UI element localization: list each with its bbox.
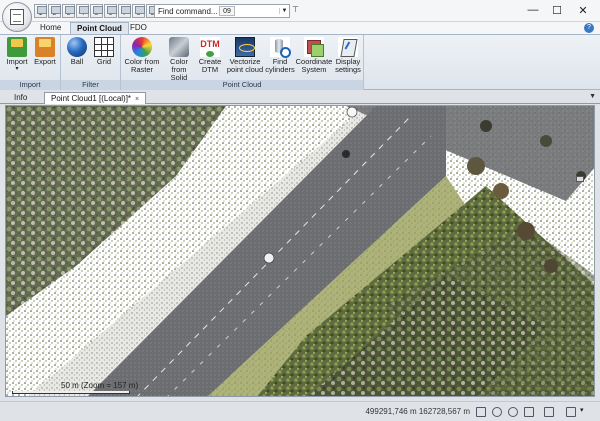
status-bar: 499291,746 m 162728,567 m ▾ [0,401,600,421]
color-from-raster-button[interactable]: Color from Raster [123,37,161,74]
display-settings-button[interactable]: Display settings [333,37,363,74]
quick-access-button-3[interactable]: 3 [62,4,75,18]
document-icon [10,9,24,25]
tab-list-dropdown-icon[interactable]: ▼ [589,93,596,100]
ribbon: Import ▾ Export Import Ball Grid Filter … [0,34,600,90]
quick-access-button-7[interactable]: 7 [118,4,131,18]
tab-fdo[interactable]: FDO [124,22,153,34]
find-dropdown-icon[interactable]: ▼ [279,8,289,14]
export-button[interactable]: Export [32,37,58,66]
ribbon-tab-strip: Home Point Cloud FDO ? [0,22,600,34]
group-label-point-cloud: Point Cloud [121,80,363,90]
vectorize-icon [235,37,255,57]
quick-access-toolbar: 1 2 3 4 5 6 7 8 9 [34,4,159,18]
group-label-import: Import [0,80,60,90]
close-button[interactable]: ✕ [572,2,594,18]
vehicle-point [342,150,350,158]
ball-button[interactable]: Ball [65,37,89,66]
quick-access-button-2[interactable]: 2 [48,4,61,18]
document-tab-strip: Info Point Cloud1 [(Local)]* × ▼ [0,90,600,104]
quick-access-button-8[interactable]: 8 [132,4,145,18]
help-icon[interactable]: ? [584,23,594,33]
quick-access-button-5[interactable]: 5 [90,4,103,18]
cursor-coordinates: 499291,746 m 162728,567 m [365,407,470,416]
ribbon-group-import: Import ▾ Export Import [0,35,61,90]
view-mode-icon[interactable] [566,407,576,417]
cylinder-icon [270,37,291,58]
import-icon [7,37,27,57]
maximize-button[interactable]: ☐ [546,2,568,18]
view-mode-dropdown-icon[interactable]: ▾ [580,406,584,414]
scale-bar [12,391,130,394]
import-button[interactable]: Import ▾ [4,37,30,72]
chevron-down-icon: ▾ [15,66,19,72]
dtm-icon: DTM [200,37,220,57]
find-command-placeholder: Find command... [158,6,218,16]
viewport-marker-icon [576,176,584,182]
display-settings-icon [338,37,358,57]
color-from-solid-button[interactable]: Color from Solid [163,37,195,82]
roundabout-point [263,252,275,264]
create-dtm-button[interactable]: DTM Create DTM [196,37,224,74]
point-cloud-viewport[interactable]: 50 m (Zoom = 157 m) [5,105,595,397]
title-bar: 1 2 3 4 5 6 7 8 9 Find command... 09 ▼ ⊤… [0,0,600,22]
snap-mode-icon[interactable] [476,407,486,417]
tab-point-cloud-document[interactable]: Point Cloud1 [(Local)]* × [44,92,147,104]
tab-point-cloud-document-label: Point Cloud1 [(Local)]* [51,94,132,103]
find-command-value: 09 [219,6,235,16]
ortho-mode-icon[interactable] [492,407,502,417]
tab-info[interactable]: Info [8,92,33,104]
quick-access-button-4[interactable]: 4 [76,4,89,18]
coordinate-system-button[interactable]: Coordinate System [295,37,333,74]
ribbon-group-filter: Ball Grid Filter [61,35,121,90]
coordinate-system-icon [304,37,324,57]
solid-color-icon [169,37,189,57]
point-cloud-render [6,106,594,396]
group-label-filter: Filter [61,80,120,90]
grid-button[interactable]: Grid [92,37,116,66]
vectorize-point-cloud-button[interactable]: Vectorize point cloud [225,37,265,74]
find-command-input[interactable]: Find command... 09 ▼ [154,4,290,18]
layout-icon[interactable] [544,407,554,417]
navigation-icon[interactable] [524,407,534,417]
ribbon-group-point-cloud: Color from Raster Color from Solid DTM C… [121,35,364,90]
application-menu-button[interactable] [2,2,32,32]
marker-point [346,106,358,118]
close-tab-icon[interactable]: × [135,96,139,103]
export-icon [35,37,55,57]
tracking-icon[interactable] [508,407,518,417]
grid-icon [94,37,114,57]
color-wheel-icon [132,37,152,57]
tab-point-cloud[interactable]: Point Cloud [70,22,129,34]
scale-label: 50 m (Zoom = 157 m) [61,381,139,390]
minimize-button[interactable]: — [522,2,544,18]
find-cylinders-button[interactable]: Find cylinders [265,37,295,74]
ball-icon [67,37,87,57]
quick-access-button-1[interactable]: 1 [34,4,47,18]
tab-home[interactable]: Home [34,22,67,34]
quick-access-button-6[interactable]: 6 [104,4,117,18]
pin-icon[interactable]: ⊤ [292,5,299,14]
